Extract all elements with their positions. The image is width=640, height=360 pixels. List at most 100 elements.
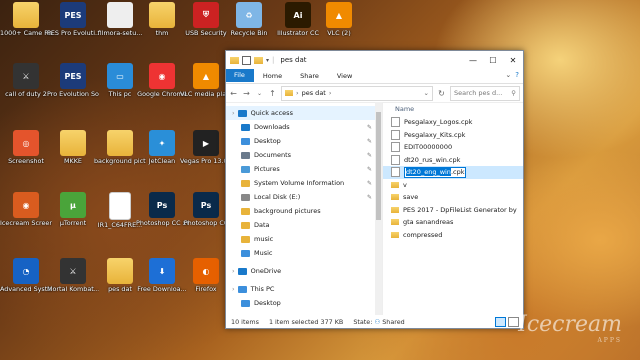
nav-item[interactable]: Documents ✎ [226, 148, 382, 162]
folder-icon [107, 258, 133, 284]
nav-item[interactable]: background pictures [226, 204, 382, 218]
pin-icon: ✎ [366, 165, 372, 173]
file-icon [391, 167, 400, 178]
rename-input[interactable]: dt20_eng_win.cpk [404, 166, 467, 178]
search-input[interactable]: Search pes d... ⚲ [450, 85, 520, 101]
drive-icon [241, 193, 250, 201]
folder-icon [285, 90, 293, 96]
list-item[interactable]: Pesgalaxy_Kits.cpk [383, 129, 523, 142]
desktop-icon-item[interactable]: 1000+ Came Raw Presets... [0, 2, 52, 52]
firefox-icon: ◐ [193, 258, 219, 284]
chevron-right-icon[interactable]: › [232, 267, 235, 275]
selection-info: 1 item selected 377 KB [268, 317, 344, 326]
address-bar[interactable]: › pes dat › ⌄ [281, 85, 433, 101]
utorrent-icon: µ [60, 192, 86, 218]
file-name: PES 2017 - DpFileList Generator by [403, 205, 517, 214]
nav-item-label: Pictures [254, 165, 280, 173]
nav-item[interactable]: System Volume Information ✎ [226, 176, 382, 190]
list-item[interactable]: Pesgalaxy_Logos.cpk [383, 116, 523, 129]
tab-share[interactable]: Share [291, 69, 328, 83]
nav-item[interactable]: Desktop [226, 296, 382, 310]
nav-item-label: Music [254, 249, 273, 257]
title-bar[interactable]: ▾ | pes dat — ☐ ✕ [226, 51, 523, 69]
list-item[interactable]: dt20_rus_win.cpk [383, 154, 523, 167]
nav-item[interactable]: Music [226, 246, 382, 260]
desktop-icon-item[interactable]: PES PES Pro Evoluti... [47, 2, 99, 52]
chevron-down-icon[interactable]: ⌄ [255, 90, 264, 97]
list-item[interactable]: v [383, 179, 523, 192]
nav-item[interactable]: music [226, 232, 382, 246]
documents-icon [241, 151, 250, 159]
list-item[interactable]: PES 2017 - DpFileList Generator by [383, 204, 523, 217]
tab-view[interactable]: View [328, 69, 361, 83]
desktop-icon-item[interactable]: ◉ Icecream Screen ... [0, 192, 52, 242]
details-view-button[interactable] [495, 317, 506, 327]
jetclean-icon: ✦ [149, 130, 175, 156]
tab-home[interactable]: Home [254, 69, 291, 83]
close-button[interactable]: ✕ [503, 51, 523, 69]
breadcrumb[interactable]: pes dat [302, 89, 326, 97]
chevron-right-icon[interactable]: › [232, 109, 235, 117]
navigation-pane[interactable]: › Quick access Downloads ✎ Desktop ✎ Documents… [226, 102, 383, 315]
desktop-icon-item[interactable]: PES Pro Evolution Soccer 2017 [47, 63, 99, 113]
tab-file[interactable]: File [226, 69, 254, 82]
item-count: 10 items [231, 317, 259, 326]
help-icon[interactable]: ? [515, 71, 519, 79]
chevron-down-icon[interactable]: ▾ [266, 57, 269, 64]
nav-item[interactable]: Downloads ✎ [226, 120, 382, 134]
chevron-down-icon[interactable]: ⌄ [505, 71, 511, 79]
desktop-icon-item[interactable]: ▲ VLC (2) [313, 2, 365, 52]
desktop-icon-label: call of duty 2 [5, 91, 47, 98]
nav-item[interactable]: Pictures ✎ [226, 162, 382, 176]
list-item[interactable]: EDIT00000000 [383, 141, 523, 154]
nav-item[interactable]: › Quick access [226, 106, 382, 120]
maximize-button[interactable]: ☐ [483, 51, 503, 69]
desktop-icon-item[interactable]: ◎ Screenshot [0, 130, 52, 180]
icecream-watermark: Icecream APPS [518, 312, 622, 344]
file-name: compressed [403, 230, 443, 239]
pictures-icon [241, 165, 250, 173]
chevron-down-icon[interactable]: ⌄ [424, 89, 429, 97]
pin-icon: ✎ [366, 179, 372, 187]
folder-icon [241, 207, 250, 215]
checkbox-icon[interactable] [242, 55, 251, 65]
list-item[interactable]: save [383, 191, 523, 204]
music-icon [241, 249, 250, 257]
desktop-icon-label: Recycle Bin [230, 30, 268, 37]
refresh-icon[interactable]: ↻ [437, 89, 446, 98]
nav-item[interactable]: Data [226, 218, 382, 232]
nav-item[interactable]: Local Disk (E:) ✎ [226, 190, 382, 204]
up-arrow-icon[interactable]: ↑ [268, 89, 277, 98]
desktop-icon-item[interactable]: ♻ Recycle Bin [223, 2, 275, 52]
nav-item-label: Quick access [250, 109, 293, 117]
column-header-name[interactable]: Name [383, 102, 523, 116]
state-label: State: [353, 317, 373, 326]
nav-item[interactable]: › This PC [226, 282, 382, 296]
pes-icon: PES [60, 63, 86, 89]
desktop-icon-item[interactable]: µ µTorrent [47, 192, 99, 242]
folder-icon [391, 181, 399, 188]
nav-item[interactable]: Desktop ✎ [226, 134, 382, 148]
desktop-icon-item[interactable]: ⚔ Mortal Kombat... [47, 258, 99, 308]
file-icon [391, 142, 400, 153]
desktop-icon-label: Advanced SystemCare [0, 286, 52, 293]
icecream-icon: ◉ [13, 192, 39, 218]
ribbon-tabs: File Home Share View ⌄ ? [226, 69, 523, 84]
chevron-right-icon[interactable]: › [232, 285, 235, 293]
list-item-renaming[interactable]: dt20_eng_win.cpk [383, 166, 523, 179]
list-item[interactable]: gta sanandreas [383, 216, 523, 229]
desktop-icon-label: µTorrent [59, 220, 87, 227]
minimize-button[interactable]: — [463, 51, 483, 69]
folder-icon[interactable] [254, 56, 263, 64]
nav-item[interactable]: › OneDrive [226, 264, 382, 278]
desktop-icon-item[interactable]: ◔ Advanced SystemCare [0, 258, 52, 308]
list-item[interactable]: compressed [383, 229, 523, 242]
file-list: Name Pesgalaxy_Logos.cpk Pesgalaxy_Kits.c… [383, 102, 523, 315]
this-pc-icon [237, 285, 247, 293]
desktop-icon-item[interactable]: ⚔ call of duty 2 [0, 63, 52, 113]
forward-arrow-icon[interactable]: → [242, 89, 251, 98]
back-arrow-icon[interactable]: ← [229, 89, 238, 98]
pin-icon: ✎ [366, 193, 372, 201]
desktop-icon-item[interactable]: MKKE [47, 130, 99, 180]
nav-scrollbar[interactable] [375, 102, 382, 315]
